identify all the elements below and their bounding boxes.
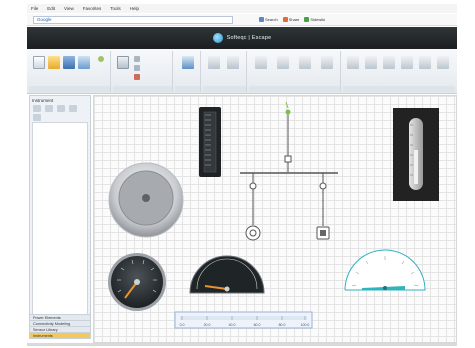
linear-scale-track: [180, 316, 307, 320]
linear-scale-label: 100.0: [301, 323, 310, 327]
right-feeder-breaker: [319, 182, 327, 190]
light-gauge-hub: [383, 286, 387, 290]
linear-scale-label: 80.0: [279, 323, 286, 327]
switchgear-diagram[interactable]: [240, 101, 338, 241]
silver-round-gauge[interactable]: [108, 162, 184, 238]
semicircle-gauge-hub: [224, 286, 230, 292]
vertical-bar-meter[interactable]: [199, 107, 221, 177]
linear-scale-label: 40.0: [229, 323, 236, 327]
motor-load: [245, 225, 261, 241]
breaker-arm: [285, 101, 289, 109]
dark-gauge-hub: [134, 279, 140, 285]
breaker-status-indicator: [285, 109, 291, 115]
left-feeder-breaker: [249, 182, 257, 190]
dark-round-gauge[interactable]: [108, 253, 166, 311]
transformer-symbol: [320, 230, 326, 236]
linear-scale-label: 20.0: [204, 323, 211, 327]
window-bottom-edge: [27, 343, 457, 346]
silver-gauge-hub: [142, 194, 150, 202]
canvas-widgets: 0.0 20.0 40.0 60.0 80.0 100.0: [108, 101, 439, 329]
linear-scale-label: 0.0: [180, 323, 185, 327]
thermometer-mercury: [414, 150, 418, 184]
bar-meter-track: [203, 111, 217, 173]
linear-scale[interactable]: 0.0 20.0 40.0 60.0 80.0 100.0: [174, 311, 313, 329]
thermometer-gauge[interactable]: [393, 108, 439, 201]
light-semicircle-gauge[interactable]: [344, 249, 426, 291]
linear-scale-label: 60.0: [254, 323, 261, 327]
feeder-breaker: [284, 155, 292, 163]
dark-semicircle-gauge[interactable]: [189, 255, 265, 294]
